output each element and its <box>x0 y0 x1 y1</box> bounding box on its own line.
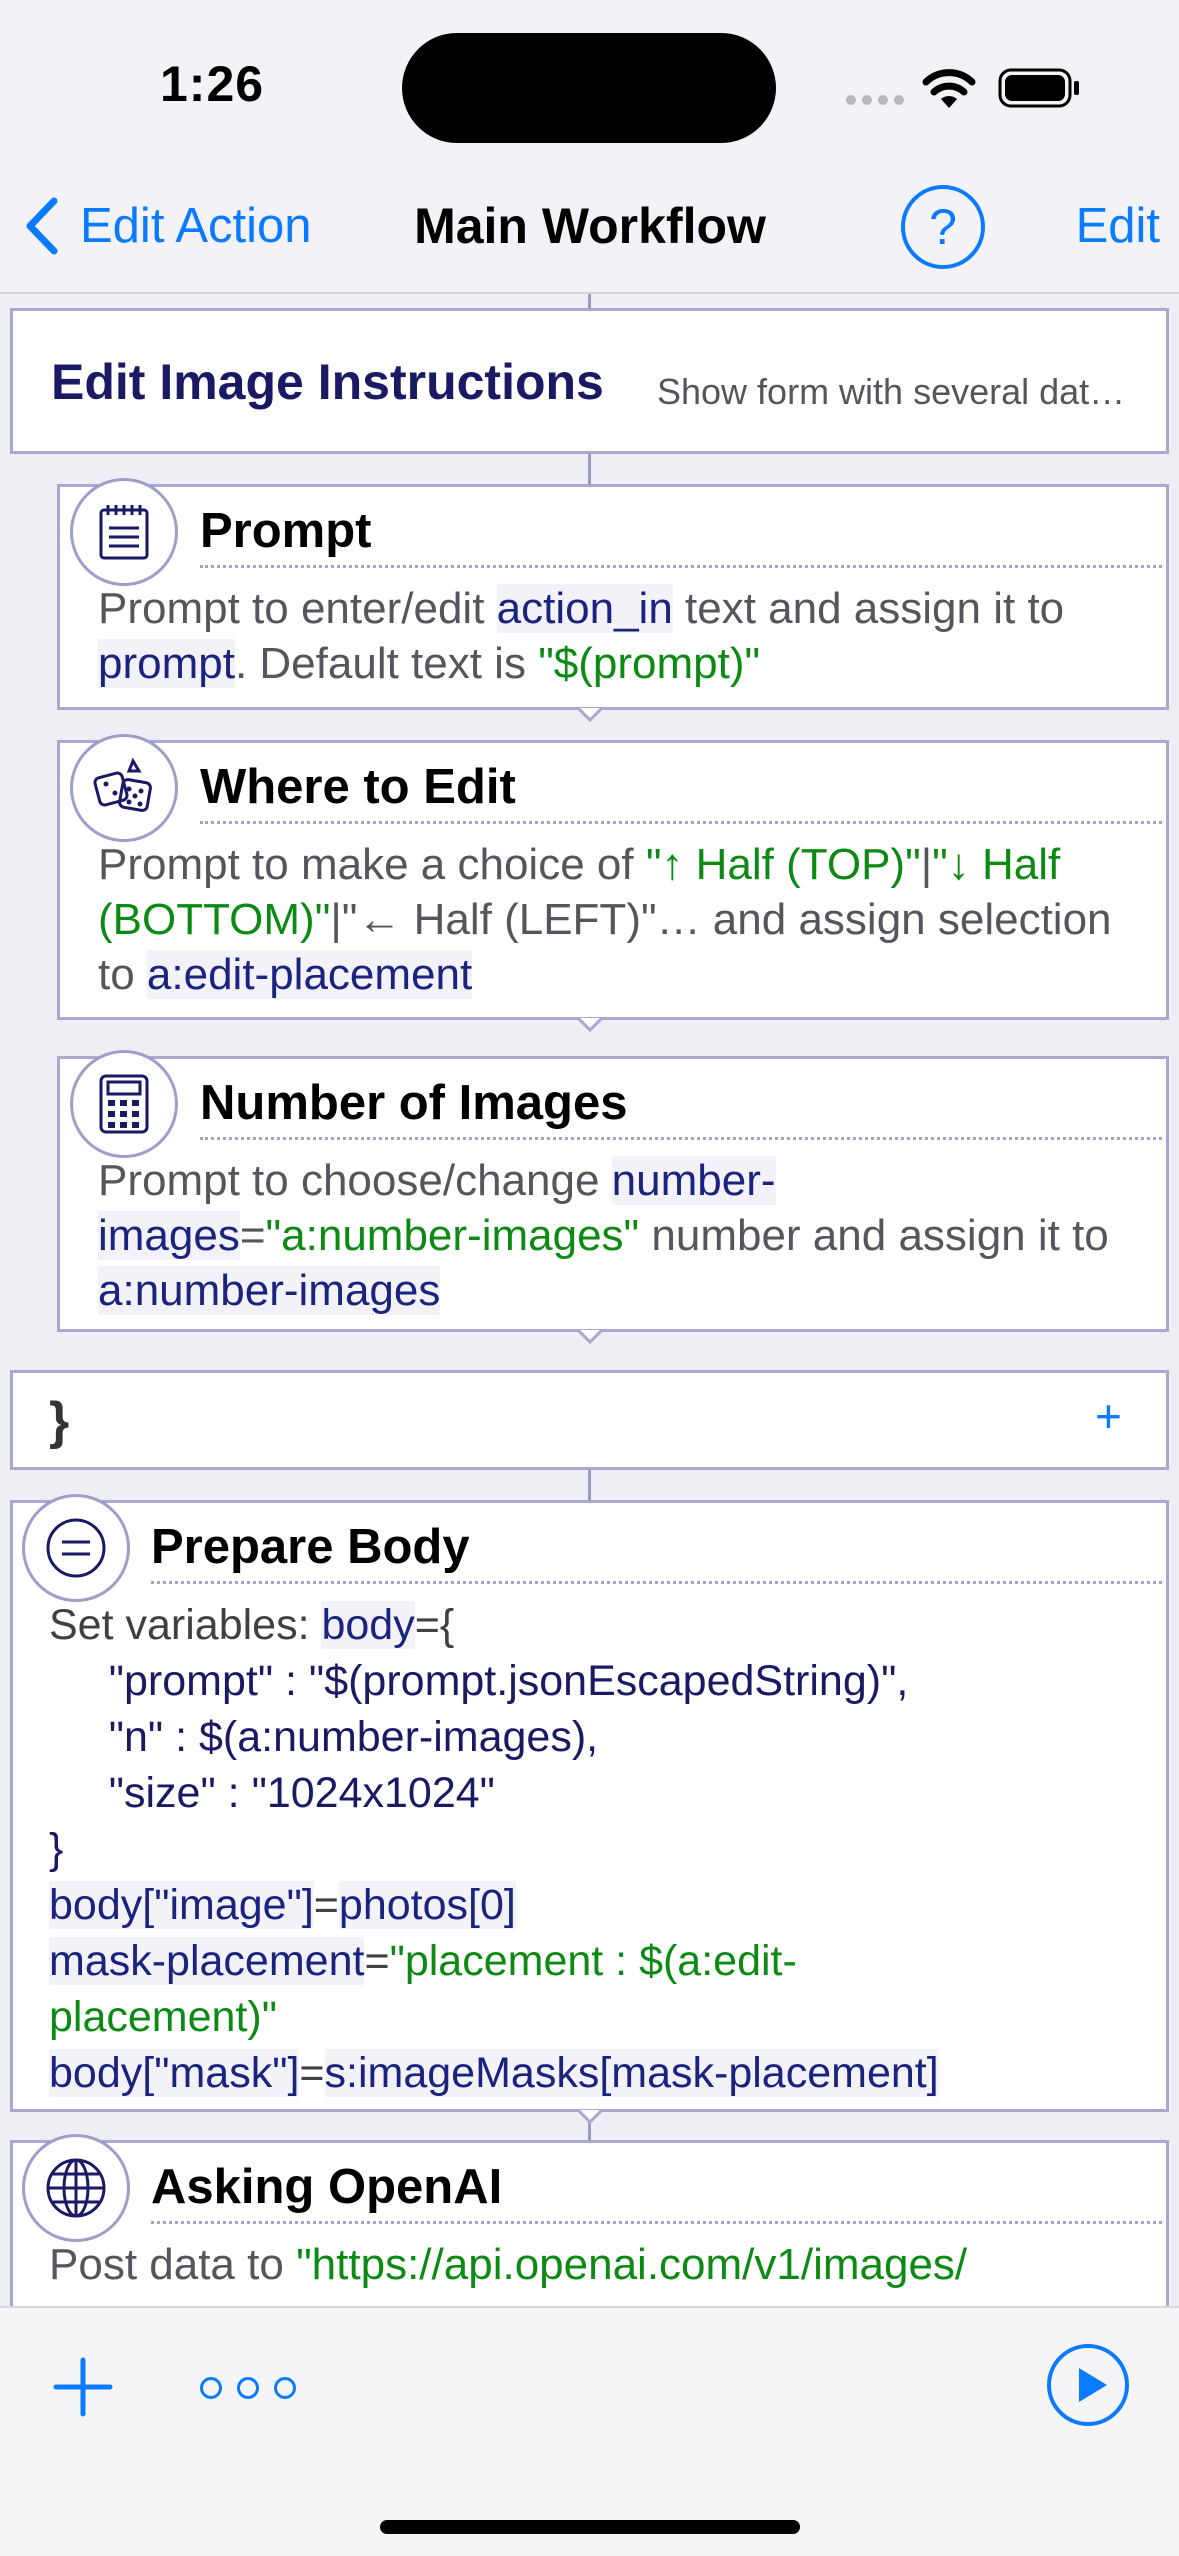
action-title: Prompt <box>200 504 372 558</box>
action-card-asking-openai[interactable]: Asking OpenAI Post data to "https://api.… <box>10 2140 1169 2306</box>
connector-notch <box>578 708 602 722</box>
code-line: body["mask"]=s:imageMasks[mask-placement… <box>49 2049 939 2097</box>
dice-icon <box>93 757 152 812</box>
string-token[interactable]: placement)" <box>49 1993 277 2041</box>
code-line: placement)" <box>49 1989 277 2045</box>
variable-token[interactable]: a:edit-placement <box>146 950 473 999</box>
status-time: 1:26 <box>160 56 265 112</box>
string-token[interactable]: "a:number-images" <box>266 1211 640 1260</box>
action-card-prompt[interactable]: Prompt Prompt to enter/edit action_in te… <box>57 484 1169 710</box>
group-header-card[interactable]: Edit Image Instructions Show form with s… <box>10 308 1169 454</box>
title-divider <box>151 2221 1162 2224</box>
connector-line <box>588 294 591 308</box>
variable-token[interactable]: body <box>321 1601 415 1649</box>
prepare-action-icon <box>22 1494 130 1602</box>
variable-token[interactable]: s:imageMasks[mask-placement] <box>324 2049 939 2097</box>
connector-line <box>588 454 591 484</box>
wifi-icon <box>922 69 976 108</box>
openai-action-icon <box>22 2134 130 2242</box>
code-line: Set variables: body={ <box>49 1601 455 1649</box>
action-card-number-of-images[interactable]: Number of Images Prompt to choose/change… <box>57 1056 1169 1332</box>
connector-notch <box>578 1018 602 1032</box>
title-divider <box>200 821 1162 824</box>
bottom-toolbar <box>0 2306 1179 2556</box>
back-button[interactable]: Edit Action <box>24 190 312 262</box>
title-divider <box>200 565 1162 568</box>
group-subtitle: Show form with several dat… <box>657 371 1126 412</box>
play-icon[interactable] <box>1045 2342 1131 2428</box>
connector-notch <box>578 1330 602 1344</box>
action-description: Prompt to choose/change number-images="a… <box>98 1156 1109 1315</box>
action-description: Prompt to make a choice of "↑ Half (TOP)… <box>98 840 1112 999</box>
variable-token[interactable]: mask-placement <box>49 1937 365 1985</box>
help-button[interactable]: ? <box>901 185 985 269</box>
signal-icon <box>846 92 904 108</box>
where-action-icon <box>70 734 178 842</box>
variable-token[interactable]: photos[0] <box>338 1881 516 1929</box>
page-title: Main Workflow <box>414 198 766 254</box>
chevron-left-icon <box>26 197 58 255</box>
connector-notch <box>578 2110 602 2124</box>
notepad-icon <box>99 505 149 560</box>
action-title: Asking OpenAI <box>151 2160 503 2214</box>
dot <box>237 2377 259 2399</box>
dot <box>200 2377 222 2399</box>
group-title: Edit Image Instructions <box>51 354 604 410</box>
action-title: Number of Images <box>200 1076 628 1130</box>
code-line: "prompt" : "$(prompt.jsonEscapedString)"… <box>49 1657 909 1705</box>
string-token[interactable]: "placement : $(a:edit- <box>390 1937 797 1985</box>
variable-token[interactable]: action_in <box>496 584 673 633</box>
battery-icon <box>998 68 1079 108</box>
equals-circle-icon <box>46 1518 106 1578</box>
action-title: Where to Edit <box>200 760 516 814</box>
variable-token[interactable]: prompt <box>98 639 235 688</box>
edit-button[interactable]: Edit <box>1030 190 1160 262</box>
string-token[interactable]: "$(prompt)" <box>538 639 760 688</box>
number-action-icon <box>70 1050 178 1158</box>
code-line: mask-placement="placement : $(a:edit- <box>49 1937 797 1985</box>
dot <box>274 2377 296 2399</box>
dynamic-island <box>402 33 776 143</box>
close-brace: } <box>49 1392 70 1450</box>
more-options-button[interactable] <box>200 2370 296 2406</box>
code-line: "n" : $(a:number-images), <box>49 1713 599 1761</box>
workflow-canvas[interactable]: Edit Image Instructions Show form with s… <box>0 294 1179 2306</box>
add-action-button[interactable]: + <box>1095 1389 1122 1443</box>
variable-token[interactable]: a:number-images <box>98 1266 441 1315</box>
action-description: Prompt to enter/edit action_in text and … <box>98 584 1065 688</box>
action-title: Prepare Body <box>151 1520 470 1574</box>
string-token[interactable]: "https://api.openai.com/v1/images/ <box>296 2240 967 2289</box>
action-card-where-to-edit[interactable]: Where to Edit Prompt to make a choice of… <box>57 740 1169 1020</box>
action-card-prepare-body[interactable]: Prepare Body Set variables: body={ "prom… <box>10 1500 1169 2112</box>
code-line: "size" : "1024x1024" <box>49 1769 495 1817</box>
action-description: Post data to "https://api.openai.com/v1/… <box>49 2240 968 2289</box>
group-end-card[interactable]: } + <box>10 1370 1169 1470</box>
back-label: Edit Action <box>80 199 312 253</box>
string-token[interactable]: "↑ Half (TOP)" <box>646 840 921 889</box>
title-divider <box>151 1581 1162 1584</box>
variable-token[interactable]: body["mask"] <box>49 2049 300 2097</box>
variable-token[interactable]: body["image"] <box>49 1881 314 1929</box>
title-divider <box>200 1137 1162 1140</box>
code-line: } <box>49 1825 64 1873</box>
calculator-icon <box>99 1074 149 1134</box>
code-line: body["image"]=photos[0] <box>49 1881 516 1929</box>
prompt-action-icon <box>70 478 178 586</box>
add-icon[interactable] <box>48 2352 118 2422</box>
globe-icon <box>46 2158 106 2218</box>
home-indicator <box>380 2520 800 2534</box>
